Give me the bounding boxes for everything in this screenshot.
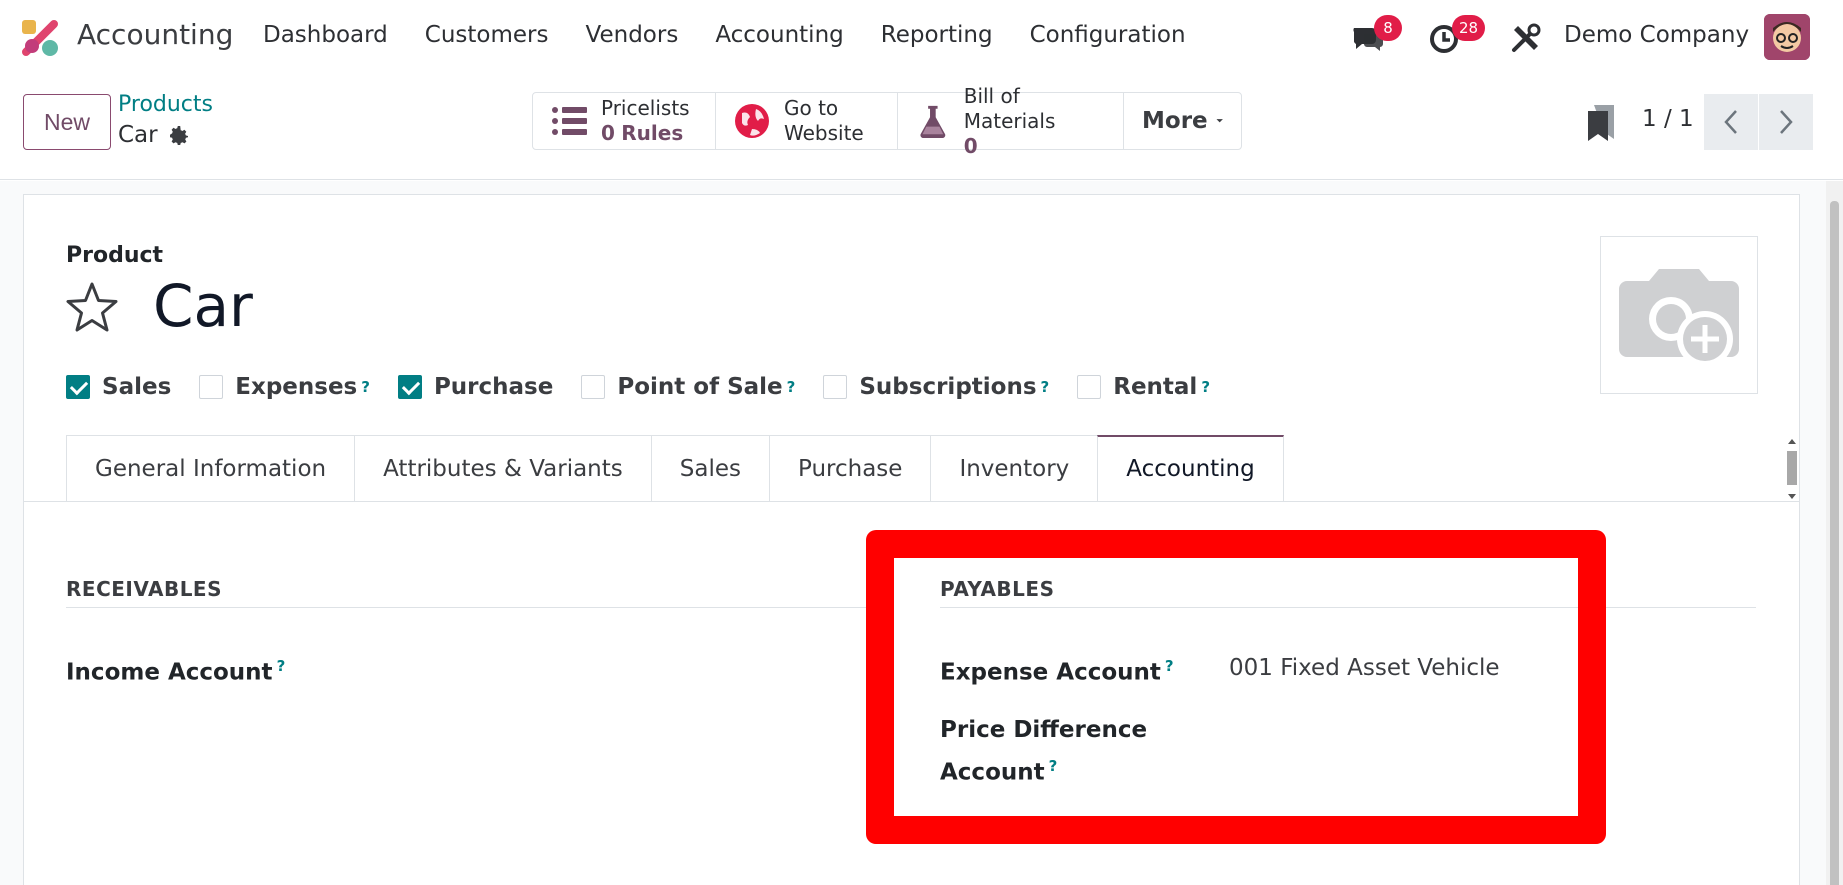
activities-badge: 28 — [1452, 15, 1486, 41]
main-menu: Dashboard Customers Vendors Accounting Repor… — [263, 22, 1223, 48]
menu-item-vendors[interactable]: Vendors — [586, 22, 679, 48]
company-switcher[interactable]: Demo Company — [1564, 22, 1749, 48]
chevron-right-icon — [1780, 110, 1793, 134]
messages-badge: 8 — [1374, 15, 1402, 41]
breadcrumb-products[interactable]: Products — [118, 92, 213, 117]
subscriptions-checkbox-label: Subscriptions — [859, 374, 1037, 400]
checkbox-point-of-sale[interactable]: Point of Sale? — [581, 374, 795, 400]
product-image-upload[interactable] — [1600, 236, 1758, 394]
more-dropdown[interactable]: More — [1124, 93, 1241, 149]
subscriptions-help[interactable]: ? — [1041, 378, 1050, 396]
checkbox-expenses[interactable]: Expenses? — [199, 374, 370, 400]
caret-down-icon — [1216, 119, 1223, 123]
checkbox-purchase[interactable]: Purchase — [397, 374, 554, 400]
product-label: Product — [66, 243, 164, 268]
menu-item-customers[interactable]: Customers — [425, 22, 549, 48]
tab-general-information[interactable]: General Information — [66, 435, 355, 502]
expenses-checkbox-label: Expenses — [235, 374, 358, 400]
bookmark-icon[interactable] — [1584, 103, 1618, 143]
income-account-help[interactable]: ? — [277, 657, 286, 675]
product-name-field[interactable]: Car — [153, 272, 253, 340]
bom-count: 0 — [963, 133, 978, 158]
rental-checkbox-box[interactable] — [1077, 375, 1102, 399]
list-icon — [552, 107, 587, 135]
tab-accounting[interactable]: Accounting — [1097, 435, 1284, 502]
checkbox-sales[interactable]: Sales — [66, 374, 171, 400]
form-notebook-tabs: General Information Attributes & Variants… — [66, 435, 1284, 502]
globe-icon — [735, 104, 769, 138]
sales-checkbox-box[interactable] — [66, 375, 90, 399]
website-label-1: Go to — [784, 96, 839, 120]
more-label: More — [1142, 108, 1208, 134]
website-label-2: Website — [784, 121, 864, 145]
tools-icon[interactable] — [1508, 20, 1544, 56]
page-scrollbar[interactable] — [1826, 181, 1843, 885]
tab-attributes-variants[interactable]: Attributes & Variants — [354, 435, 651, 502]
breadcrumb-current: Car — [118, 122, 158, 148]
pricelists-label: Pricelists — [601, 96, 690, 120]
smart-buttons-bar: Pricelists 0 Rules Go to Website Bill of M… — [532, 84, 1242, 158]
camera-add-icon — [1619, 269, 1739, 367]
control-panel: New Products Car Pricelists 0 Rules Go to… — [0, 76, 1843, 180]
expenses-help[interactable]: ? — [361, 378, 370, 396]
point-of-sale-checkbox-box[interactable] — [581, 375, 606, 399]
expenses-checkbox-box[interactable] — [199, 375, 224, 399]
subscriptions-checkbox-box[interactable] — [823, 375, 848, 399]
product-options-checkboxes: Sales Expenses? Purchase Point of Sale? Subs… — [66, 374, 1238, 400]
new-button[interactable]: New — [23, 94, 111, 150]
checkbox-rental[interactable]: Rental? — [1077, 374, 1210, 400]
tabs-divider — [23, 501, 1800, 502]
pager-next-button[interactable] — [1759, 94, 1813, 150]
favorite-star-icon[interactable] — [64, 280, 120, 336]
income-account-label: Income Account? — [66, 648, 285, 691]
menu-item-configuration[interactable]: Configuration — [1030, 22, 1186, 48]
top-navbar: Accounting Dashboard Customers Vendors Acco… — [0, 0, 1843, 76]
receivables-section-title: RECEIVABLES — [66, 577, 222, 601]
purchase-checkbox-label: Purchase — [433, 374, 554, 400]
user-avatar[interactable] — [1764, 14, 1810, 60]
menu-item-dashboard[interactable]: Dashboard — [263, 22, 388, 48]
receivables-divider — [66, 607, 866, 608]
income-account-label-text: Income Account — [66, 659, 273, 686]
go-to-website-smart-button[interactable]: Go to Website — [716, 93, 898, 149]
bom-label: Bill of Materials — [963, 83, 1056, 133]
pager-previous-button[interactable] — [1704, 94, 1758, 150]
flask-icon — [920, 105, 946, 138]
point-of-sale-help[interactable]: ? — [787, 378, 796, 396]
tab-purchase[interactable]: Purchase — [768, 435, 931, 502]
sales-checkbox-label: Sales — [102, 374, 172, 400]
app-name[interactable]: Accounting — [77, 18, 233, 51]
menu-item-accounting[interactable]: Accounting — [715, 22, 843, 48]
pager-value[interactable]: 1 / 1 — [1642, 106, 1694, 132]
tab-scroll-indicator[interactable] — [1785, 437, 1799, 501]
gear-icon[interactable] — [167, 124, 191, 148]
pricelists-rules-label: Rules — [621, 121, 684, 145]
tab-inventory[interactable]: Inventory — [930, 435, 1098, 502]
menu-item-reporting[interactable]: Reporting — [881, 22, 993, 48]
page-scrollbar-thumb[interactable] — [1830, 201, 1839, 885]
pricelists-count: 0 — [601, 121, 615, 145]
tab-sales[interactable]: Sales — [650, 435, 769, 502]
point-of-sale-checkbox-label: Point of Sale — [617, 374, 783, 400]
purchase-checkbox-box[interactable] — [397, 375, 422, 399]
checkbox-subscriptions[interactable]: Subscriptions? — [823, 374, 1049, 400]
income-account-field[interactable] — [355, 652, 835, 684]
payables-highlight-box — [866, 530, 1606, 844]
rental-checkbox-label: Rental — [1113, 374, 1198, 400]
chevron-left-icon — [1724, 110, 1737, 134]
pricelists-smart-button[interactable]: Pricelists 0 Rules — [533, 93, 716, 149]
rental-help[interactable]: ? — [1201, 378, 1210, 396]
bom-smart-button[interactable]: Bill of Materials 0 — [898, 84, 1124, 158]
app-logo-icon[interactable] — [20, 18, 60, 58]
